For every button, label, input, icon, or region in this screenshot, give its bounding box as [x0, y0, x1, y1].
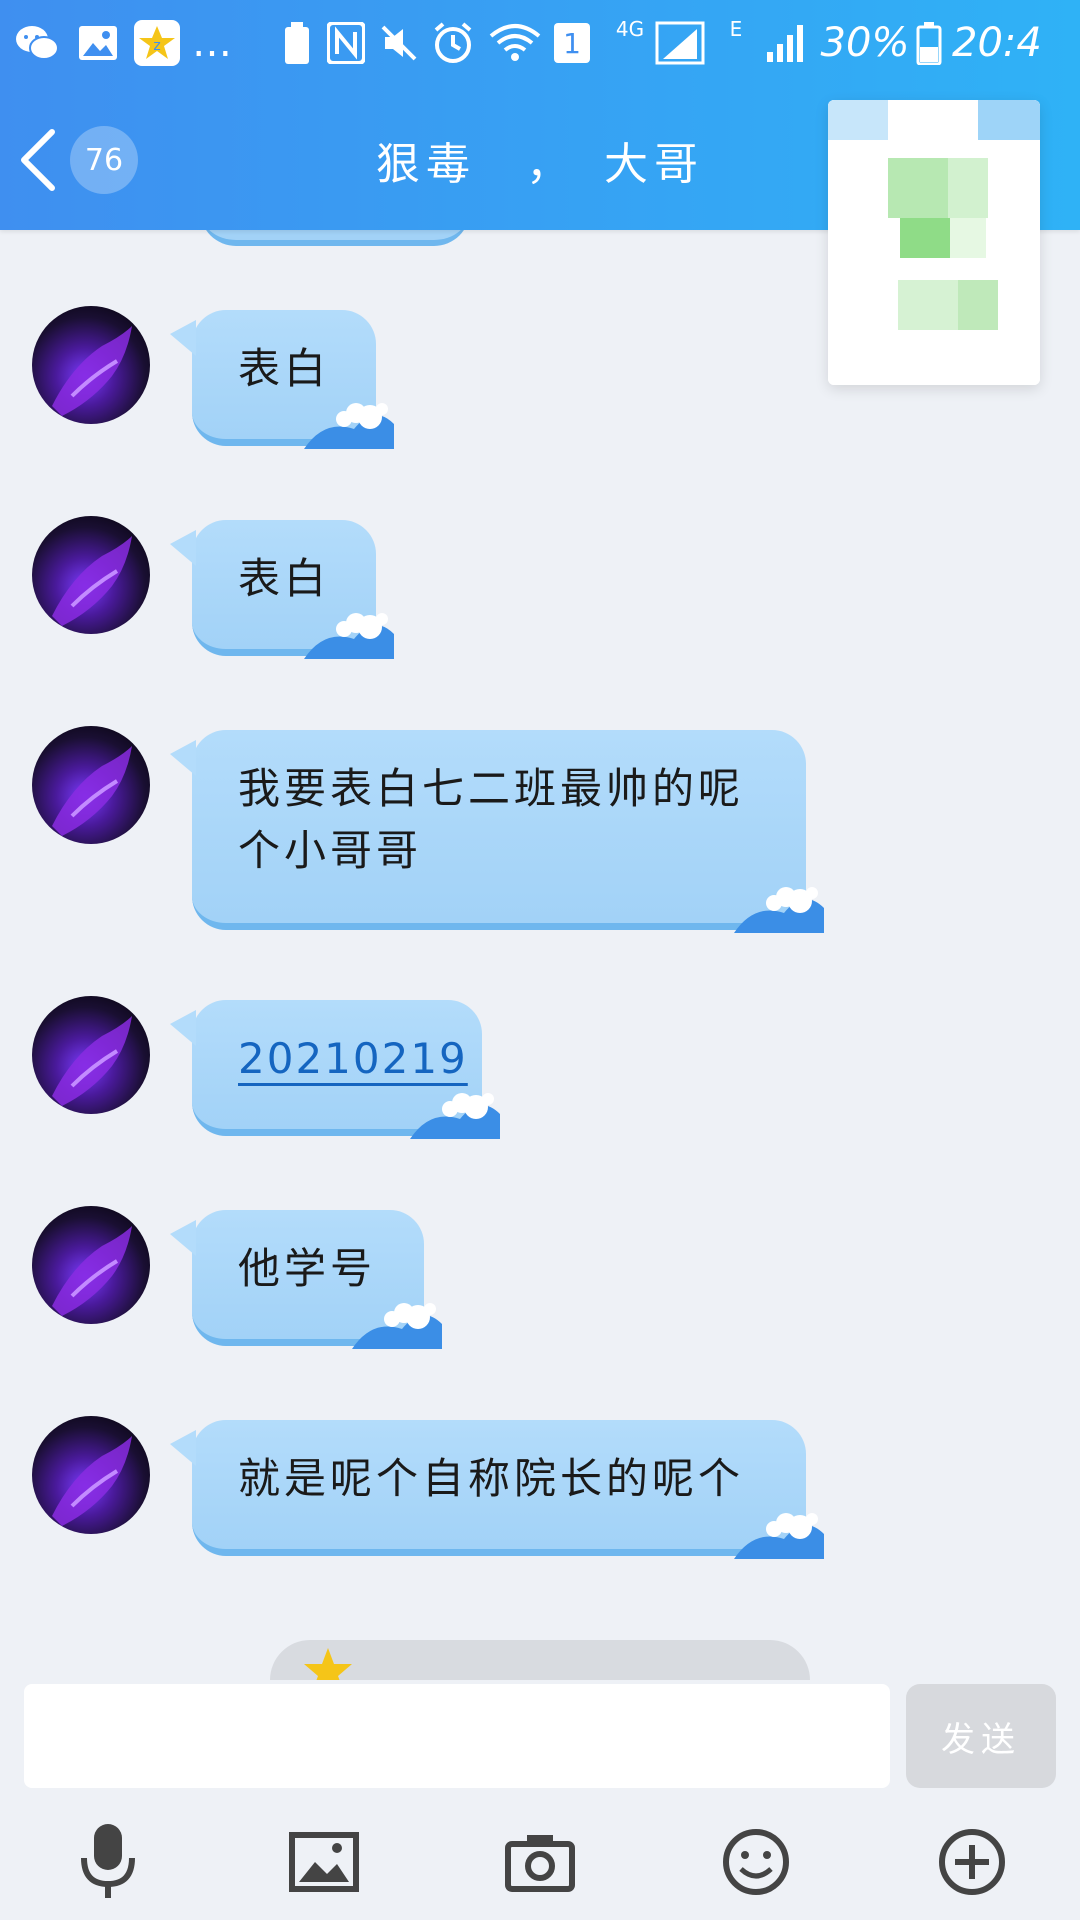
battery-saver-icon [280, 18, 314, 68]
wave-decoration-icon [410, 1093, 500, 1139]
message-text: 我要表白七二班最帅的呢个小哥哥 [238, 764, 745, 875]
wechat-icon [14, 18, 60, 68]
signal-icon-sim2 [764, 18, 810, 68]
wave-decoration-icon [352, 1303, 442, 1349]
system-notice-pill [270, 1640, 810, 1680]
send-button[interactable]: 发送 [906, 1684, 1056, 1788]
back-button[interactable]: 76 [18, 118, 148, 202]
more-notifications-icon: … [192, 20, 232, 66]
message-input[interactable] [24, 1684, 890, 1788]
message-bubble[interactable]: 就是呢个自称院长的呢个 [170, 1420, 824, 1559]
censored-overlay [828, 100, 1040, 385]
avatar[interactable] [32, 1206, 150, 1324]
edge-label: E [729, 17, 743, 41]
wave-decoration-icon [304, 403, 394, 449]
clock: 20:4 [952, 20, 1042, 66]
network-type-label: 4G [615, 17, 645, 41]
message-bubble[interactable]: 20210219 [170, 1000, 500, 1139]
sim-slot-badge: 1 [552, 18, 592, 68]
microphone-icon[interactable] [68, 1822, 148, 1902]
wave-decoration-icon [304, 613, 394, 659]
battery-icon [912, 18, 946, 68]
message-text: 就是呢个自称院长的呢个 [238, 1454, 745, 1503]
wifi-icon [488, 18, 542, 68]
alarm-icon [430, 18, 476, 68]
avatar[interactable] [32, 516, 150, 634]
camera-icon[interactable] [500, 1822, 580, 1902]
avatar[interactable] [32, 1416, 150, 1534]
message-bubble[interactable]: 表白 [170, 520, 394, 659]
wave-decoration-icon [734, 887, 824, 933]
mute-icon [378, 18, 420, 68]
message-bubble[interactable]: 我要表白七二班最帅的呢个小哥哥 [170, 730, 824, 933]
message-bubble[interactable]: 表白 [170, 310, 394, 449]
chat-title: 狠毒 ， 大哥 [376, 139, 704, 190]
nfc-icon [326, 18, 366, 68]
emoji-icon[interactable] [716, 1822, 796, 1902]
star-icon [304, 1648, 352, 1680]
chevron-left-icon [21, 129, 55, 191]
bottom-toolbar [0, 1800, 1080, 1920]
avatar[interactable] [32, 996, 150, 1114]
qzone-icon: z [134, 18, 180, 68]
avatar[interactable] [32, 306, 150, 424]
status-bar: z … 1 4G E 30% 20:4 [0, 0, 1080, 90]
wave-decoration-icon [734, 1513, 824, 1559]
gallery-icon [76, 18, 120, 68]
signal-icon-sim1 [654, 18, 706, 68]
avatar[interactable] [32, 726, 150, 844]
svg-text:z: z [153, 38, 160, 54]
battery-percent: 30% [820, 20, 910, 66]
image-icon[interactable] [284, 1822, 364, 1902]
message-bubble[interactable]: 他学号 [170, 1210, 442, 1349]
unread-count-badge: 76 [70, 126, 138, 194]
plus-icon[interactable] [932, 1822, 1012, 1902]
